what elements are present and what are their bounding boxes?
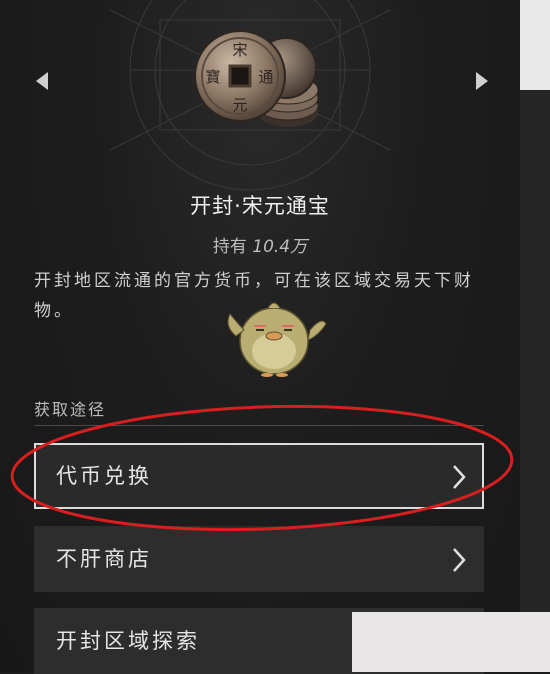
acquire-section-label: 获取途径 bbox=[34, 400, 107, 419]
holding-prefix: 持有 bbox=[212, 237, 247, 257]
section-divider bbox=[34, 425, 484, 426]
option-label: 代币兑换 bbox=[56, 464, 152, 488]
prev-item-arrow[interactable] bbox=[34, 70, 50, 92]
next-item-arrow[interactable] bbox=[474, 70, 490, 92]
item-title: 开封·宋元通宝 bbox=[190, 194, 330, 218]
svg-text:通: 通 bbox=[258, 68, 273, 86]
side-edge-top bbox=[520, 0, 550, 90]
side-edge bbox=[520, 0, 550, 672]
chevron-right-icon bbox=[453, 548, 466, 572]
chevron-right-icon bbox=[453, 465, 466, 489]
watermark-area bbox=[352, 612, 550, 672]
coin-icon: 宋 通 元 寶 bbox=[194, 30, 319, 127]
svg-text:寶: 寶 bbox=[205, 68, 220, 86]
mascot-bird-icon bbox=[227, 302, 327, 377]
option-shop[interactable]: 不肝商店 bbox=[34, 526, 484, 592]
holding-amount: 10.4万 bbox=[252, 237, 308, 257]
item-detail-panel: 宋 通 元 寶 开封·宋元通宝 持有 10.4万 开封地区流通的官方货币，可在该… bbox=[0, 0, 520, 674]
svg-text:元: 元 bbox=[232, 96, 247, 114]
svg-text:宋: 宋 bbox=[232, 41, 247, 59]
option-label: 开封区域探索 bbox=[56, 629, 200, 653]
option-label: 不肝商店 bbox=[56, 547, 152, 571]
holding-count: 持有 10.4万 bbox=[0, 232, 520, 257]
option-token-exchange[interactable]: 代币兑换 bbox=[34, 443, 484, 509]
